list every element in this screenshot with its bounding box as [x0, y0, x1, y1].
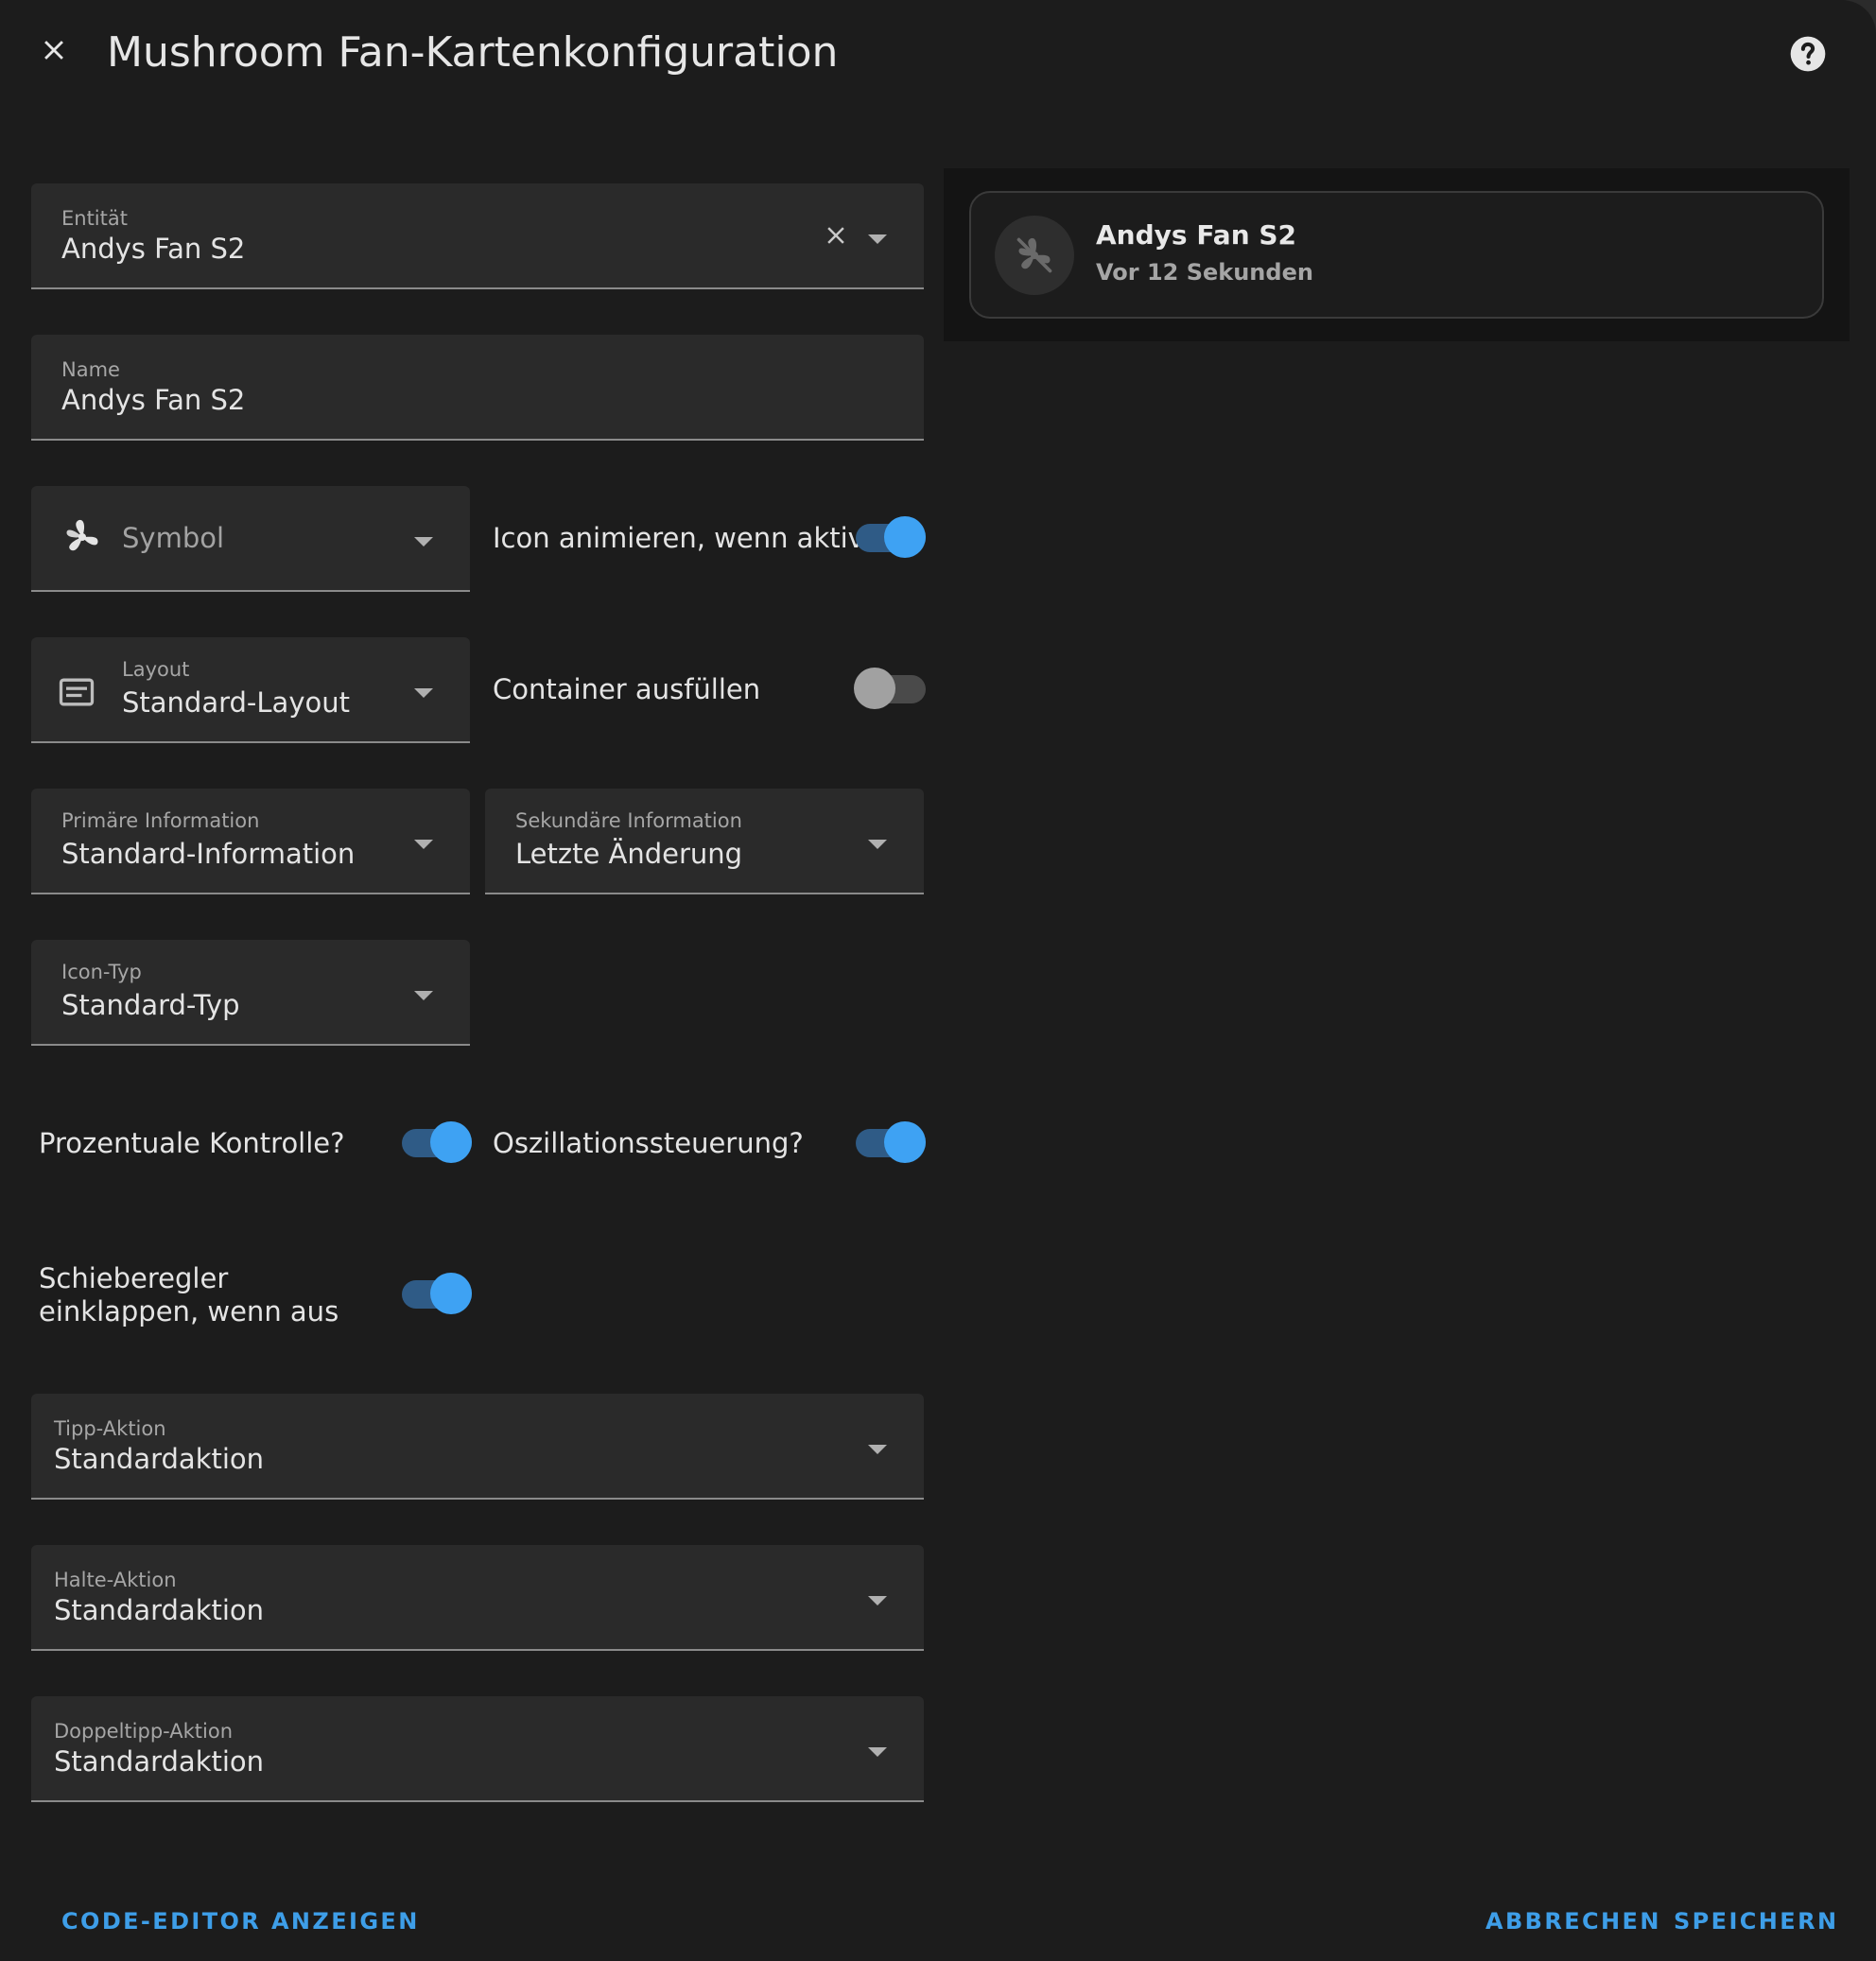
- entity-value: Andys Fan S2: [61, 233, 246, 265]
- help-circle-icon: [1790, 36, 1826, 72]
- entity-field[interactable]: Entität Andys Fan S2: [31, 183, 924, 289]
- icon-type-value: Standard-Typ: [61, 989, 240, 1021]
- dialog-title: Mushroom Fan-Kartenkonfiguration: [107, 28, 839, 77]
- percentage-control-toggle[interactable]: [402, 1116, 472, 1172]
- double-tap-action-value: Standardaktion: [54, 1745, 265, 1778]
- save-button[interactable]: SPEICHERN: [1674, 1902, 1838, 1940]
- oscillation-control-toggle[interactable]: [856, 1116, 926, 1172]
- close-icon: [44, 41, 63, 60]
- chevron-down-icon[interactable]: [414, 537, 433, 547]
- secondary-info-field[interactable]: Sekundäre Information Letzte Änderung: [485, 789, 924, 894]
- toggle-knob: [854, 668, 895, 709]
- oscillation-control-label: Oszillationssteuerung?: [493, 1127, 804, 1159]
- tap-action-field[interactable]: Tipp-Aktion Standardaktion: [31, 1394, 924, 1500]
- close-button[interactable]: [28, 25, 79, 76]
- hold-action-label: Halte-Aktion: [54, 1569, 177, 1591]
- primary-info-field[interactable]: Primäre Information Standard-Information: [31, 789, 470, 894]
- secondary-info-value: Letzte Änderung: [515, 838, 743, 870]
- fill-container-toggle[interactable]: [854, 662, 926, 719]
- chevron-down-icon[interactable]: [868, 1445, 887, 1454]
- layout-field[interactable]: Layout Standard-Layout: [31, 637, 470, 743]
- hold-action-field[interactable]: Halte-Aktion Standardaktion: [31, 1545, 924, 1651]
- toggle-knob: [884, 516, 926, 558]
- clear-icon[interactable]: [822, 221, 850, 250]
- preview-card[interactable]: [969, 191, 1824, 319]
- percentage-control-label: Prozentuale Kontrolle?: [39, 1127, 345, 1159]
- chevron-down-icon[interactable]: [868, 234, 887, 244]
- name-value: Andys Fan S2: [61, 384, 246, 416]
- fan-off-icon: [1016, 237, 1052, 273]
- chevron-down-icon[interactable]: [868, 1747, 887, 1757]
- card-text-icon: [59, 678, 95, 706]
- fill-container-label: Container ausfüllen: [493, 673, 761, 705]
- preview-secondary-info: Vor 12 Sekunden: [1096, 259, 1313, 286]
- toggle-knob: [430, 1121, 472, 1163]
- preview-entity-name: Andys Fan S2: [1096, 219, 1297, 251]
- name-field[interactable]: Name Andys Fan S2: [31, 335, 924, 441]
- double-tap-action-field[interactable]: Doppeltipp-Aktion Standardaktion: [31, 1696, 924, 1802]
- chevron-down-icon[interactable]: [868, 1596, 887, 1605]
- primary-info-value: Standard-Information: [61, 838, 356, 870]
- toggle-knob: [430, 1273, 472, 1314]
- hold-action-value: Standardaktion: [54, 1594, 265, 1626]
- layout-label: Layout: [122, 658, 190, 681]
- icon-animation-label: Icon animieren, wenn aktiv?: [493, 522, 879, 554]
- icon-type-field[interactable]: Icon-Typ Standard-Typ: [31, 940, 470, 1046]
- icon-placeholder: Symbol: [122, 522, 225, 554]
- show-code-editor-button[interactable]: CODE-EDITOR ANZEIGEN: [61, 1902, 420, 1940]
- double-tap-action-label: Doppeltipp-Aktion: [54, 1720, 234, 1743]
- tap-action-label: Tipp-Aktion: [54, 1417, 166, 1440]
- toggle-knob: [884, 1121, 926, 1163]
- fan-icon: [66, 519, 98, 551]
- preview-icon-container[interactable]: [995, 216, 1074, 295]
- entity-label: Entität: [61, 207, 128, 230]
- tap-action-value: Standardaktion: [54, 1443, 265, 1475]
- icon-animation-toggle[interactable]: [856, 511, 926, 567]
- secondary-info-label: Sekundäre Information: [515, 809, 742, 832]
- chevron-down-icon[interactable]: [868, 840, 887, 849]
- cancel-button[interactable]: ABBRECHEN: [1485, 1902, 1661, 1940]
- layout-value: Standard-Layout: [122, 686, 350, 719]
- icon-type-label: Icon-Typ: [61, 961, 142, 983]
- chevron-down-icon[interactable]: [414, 688, 433, 698]
- chevron-down-icon[interactable]: [414, 991, 433, 1000]
- collapsible-controls-toggle[interactable]: [402, 1267, 472, 1324]
- icon-picker-field[interactable]: Symbol: [31, 486, 470, 592]
- card-config-dialog: Mushroom Fan-Kartenkonfiguration Entität…: [0, 0, 1876, 1961]
- name-label: Name: [61, 358, 120, 381]
- collapsible-controls-label: Schieberegler einklappen, wenn aus: [39, 1262, 339, 1328]
- chevron-down-icon[interactable]: [414, 840, 433, 849]
- primary-info-label: Primäre Information: [61, 809, 260, 832]
- help-button[interactable]: [1786, 32, 1830, 76]
